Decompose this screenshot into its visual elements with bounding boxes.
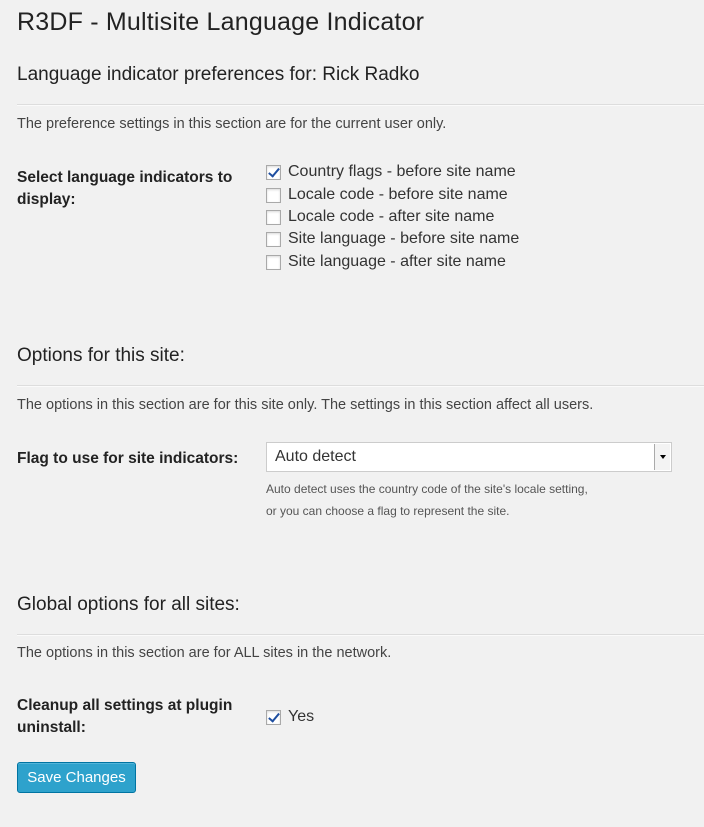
checkbox-label: Locale code - after site name	[288, 208, 495, 225]
checkbox-label: Country flags - before site name	[288, 163, 516, 180]
user-preferences-heading: Language indicator preferences for: Rick…	[17, 64, 420, 85]
checkbox-site-language-before[interactable]: Site language - before site name	[266, 228, 519, 250]
site-flag-label: Flag to use for site indicators:	[17, 450, 239, 467]
checkbox-cleanup-yes[interactable]: Yes	[266, 706, 314, 728]
chevron-down-icon[interactable]	[654, 444, 670, 470]
checkbox-country-flags-before[interactable]: Country flags - before site name	[266, 161, 516, 183]
checkbox-locale-code-before[interactable]: Locale code - before site name	[266, 184, 508, 206]
checkbox[interactable]	[266, 709, 281, 725]
checkbox-label: Locale code - before site name	[288, 186, 508, 203]
checkbox[interactable]	[266, 164, 281, 180]
checkbox-locale-code-after[interactable]: Locale code - after site name	[266, 206, 494, 228]
checkbox[interactable]	[266, 187, 281, 203]
checkbox[interactable]	[266, 231, 281, 247]
flag-help-text-line2: or you can choose a flag to represent th…	[266, 504, 510, 518]
site-options-heading: Options for this site:	[17, 345, 185, 366]
site-section-description: The options in this section are for this…	[17, 397, 594, 413]
user-section-description: The preference settings in this section …	[17, 116, 447, 132]
flag-help-text-line1: Auto detect uses the country code of the…	[266, 482, 588, 496]
checkbox[interactable]	[266, 209, 281, 225]
divider	[17, 104, 704, 106]
checkbox-label: Site language - before site name	[288, 230, 520, 247]
checkbox[interactable]	[266, 254, 281, 270]
flag-select[interactable]: Auto detect	[266, 442, 672, 472]
global-section-description: The options in this section are for ALL …	[17, 645, 392, 661]
divider	[17, 385, 704, 387]
flag-select-value: Auto detect	[275, 448, 356, 465]
global-options-heading: Global options for all sites:	[17, 594, 240, 615]
checkbox-label: Yes	[288, 708, 315, 725]
language-indicators-label: Select language indicators to display:	[17, 169, 233, 208]
save-changes-button[interactable]: Save Changes	[17, 762, 136, 793]
page-title: R3DF - Multisite Language Indicator	[17, 8, 425, 36]
cleanup-label: Cleanup all settings at plugin uninstall…	[17, 697, 233, 736]
checkbox-label: Site language - after site name	[288, 253, 506, 270]
divider	[17, 634, 704, 636]
checkbox-site-language-after[interactable]: Site language - after site name	[266, 251, 506, 273]
